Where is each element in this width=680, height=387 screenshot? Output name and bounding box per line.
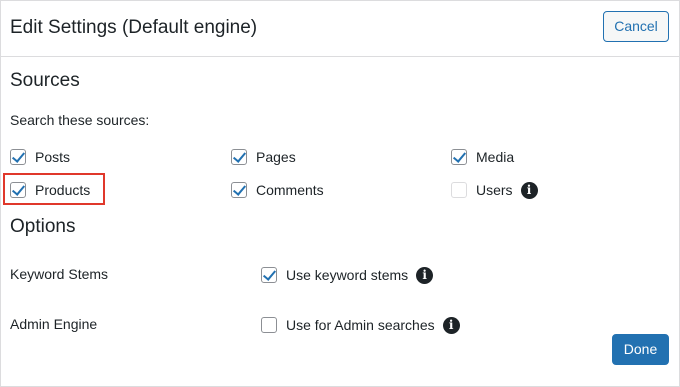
keyword-stems-option-label: Use keyword stems xyxy=(286,267,409,283)
sources-heading: Sources xyxy=(10,70,80,91)
posts-checkbox[interactable] xyxy=(10,149,26,165)
options-heading: Options xyxy=(10,216,76,237)
done-button[interactable]: Done xyxy=(612,334,669,365)
source-media[interactable]: Media xyxy=(451,147,514,167)
info-icon[interactable]: i xyxy=(520,181,538,199)
info-icon[interactable]: i xyxy=(416,266,434,284)
pages-label: Pages xyxy=(256,149,296,165)
source-posts[interactable]: Posts xyxy=(10,147,70,167)
source-comments[interactable]: Comments xyxy=(231,180,324,200)
media-checkbox[interactable] xyxy=(451,149,467,165)
comments-label: Comments xyxy=(256,182,324,198)
posts-label: Posts xyxy=(35,149,71,165)
admin-searches-checkbox[interactable] xyxy=(261,317,277,333)
users-checkbox[interactable] xyxy=(451,182,467,198)
info-icon[interactable]: i xyxy=(442,316,460,334)
pages-checkbox[interactable] xyxy=(231,149,247,165)
source-pages[interactable]: Pages xyxy=(231,147,296,167)
admin-engine-option[interactable]: Use for Admin searches i xyxy=(261,315,460,335)
keyword-stems-option[interactable]: Use keyword stems i xyxy=(261,265,434,285)
products-highlight-box xyxy=(3,173,105,205)
admin-searches-option-label: Use for Admin searches xyxy=(286,317,435,333)
source-users[interactable]: Users i xyxy=(451,180,538,200)
edit-settings-dialog: Edit Settings (Default engine) Cancel So… xyxy=(0,0,680,387)
sources-prompt: Search these sources: xyxy=(10,112,150,128)
keyword-stems-label: Keyword Stems xyxy=(10,266,109,282)
admin-engine-label: Admin Engine xyxy=(10,316,98,332)
cancel-button[interactable]: Cancel xyxy=(603,11,669,42)
dialog-header: Edit Settings (Default engine) Cancel xyxy=(1,1,679,57)
media-label: Media xyxy=(476,149,515,165)
keyword-stems-checkbox[interactable] xyxy=(261,267,277,283)
users-label: Users xyxy=(476,182,513,198)
dialog-title: Edit Settings (Default engine) xyxy=(10,17,258,38)
comments-checkbox[interactable] xyxy=(231,182,247,198)
